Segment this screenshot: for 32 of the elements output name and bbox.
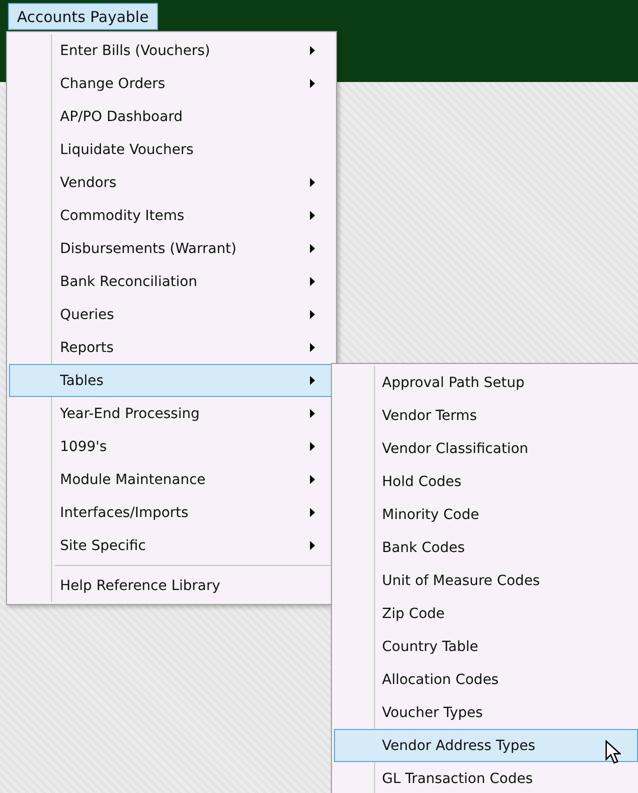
menu-item[interactable]: Help Reference Library (9, 569, 334, 602)
menu-item[interactable]: AP/PO Dashboard (9, 100, 334, 133)
menu-item[interactable]: Module Maintenance (9, 463, 334, 496)
menu-item[interactable]: Reports (9, 331, 334, 364)
menu-item[interactable]: Commodity Items (9, 199, 334, 232)
menu-item[interactable]: Queries (9, 298, 334, 331)
menu-item[interactable]: Change Orders (9, 67, 334, 100)
menu-item[interactable]: Site Specific (9, 529, 334, 562)
menu-item[interactable]: Vendor Classification (334, 432, 638, 465)
menu-item[interactable]: Tables (9, 364, 334, 397)
menu-item[interactable]: Vendor Address Types (334, 729, 638, 762)
mouse-pointer-icon (605, 740, 621, 765)
menu-item[interactable]: Zip Code (334, 597, 638, 630)
menu-item[interactable]: Vendor Terms (334, 399, 638, 432)
menu-item[interactable]: Enter Bills (Vouchers) (9, 34, 334, 67)
menu-item[interactable]: Year-End Processing (9, 397, 334, 430)
menu-item[interactable]: Liquidate Vouchers (9, 133, 334, 166)
menu-item[interactable]: Bank Reconciliation (9, 265, 334, 298)
menu-item[interactable]: Voucher Types (334, 696, 638, 729)
menu-item[interactable]: 1099's (9, 430, 334, 463)
menu-item[interactable]: Disbursements (Warrant) (9, 232, 334, 265)
menu-item[interactable]: Interfaces/Imports (9, 496, 334, 529)
menu-item[interactable]: Hold Codes (334, 465, 638, 498)
menu-item[interactable]: GL Transaction Codes (334, 762, 638, 793)
menu-item[interactable]: Allocation Codes (334, 663, 638, 696)
menu-item[interactable]: Unit of Measure Codes (334, 564, 638, 597)
menu-item[interactable]: Vendors (9, 166, 334, 199)
menu-item[interactable]: Minority Code (334, 498, 638, 531)
menu-item[interactable]: Bank Codes (334, 531, 638, 564)
menu-bar-item[interactable]: Accounts Payable (8, 3, 158, 30)
menu-item[interactable]: Approval Path Setup (334, 366, 638, 399)
menu-item[interactable]: Country Table (334, 630, 638, 663)
